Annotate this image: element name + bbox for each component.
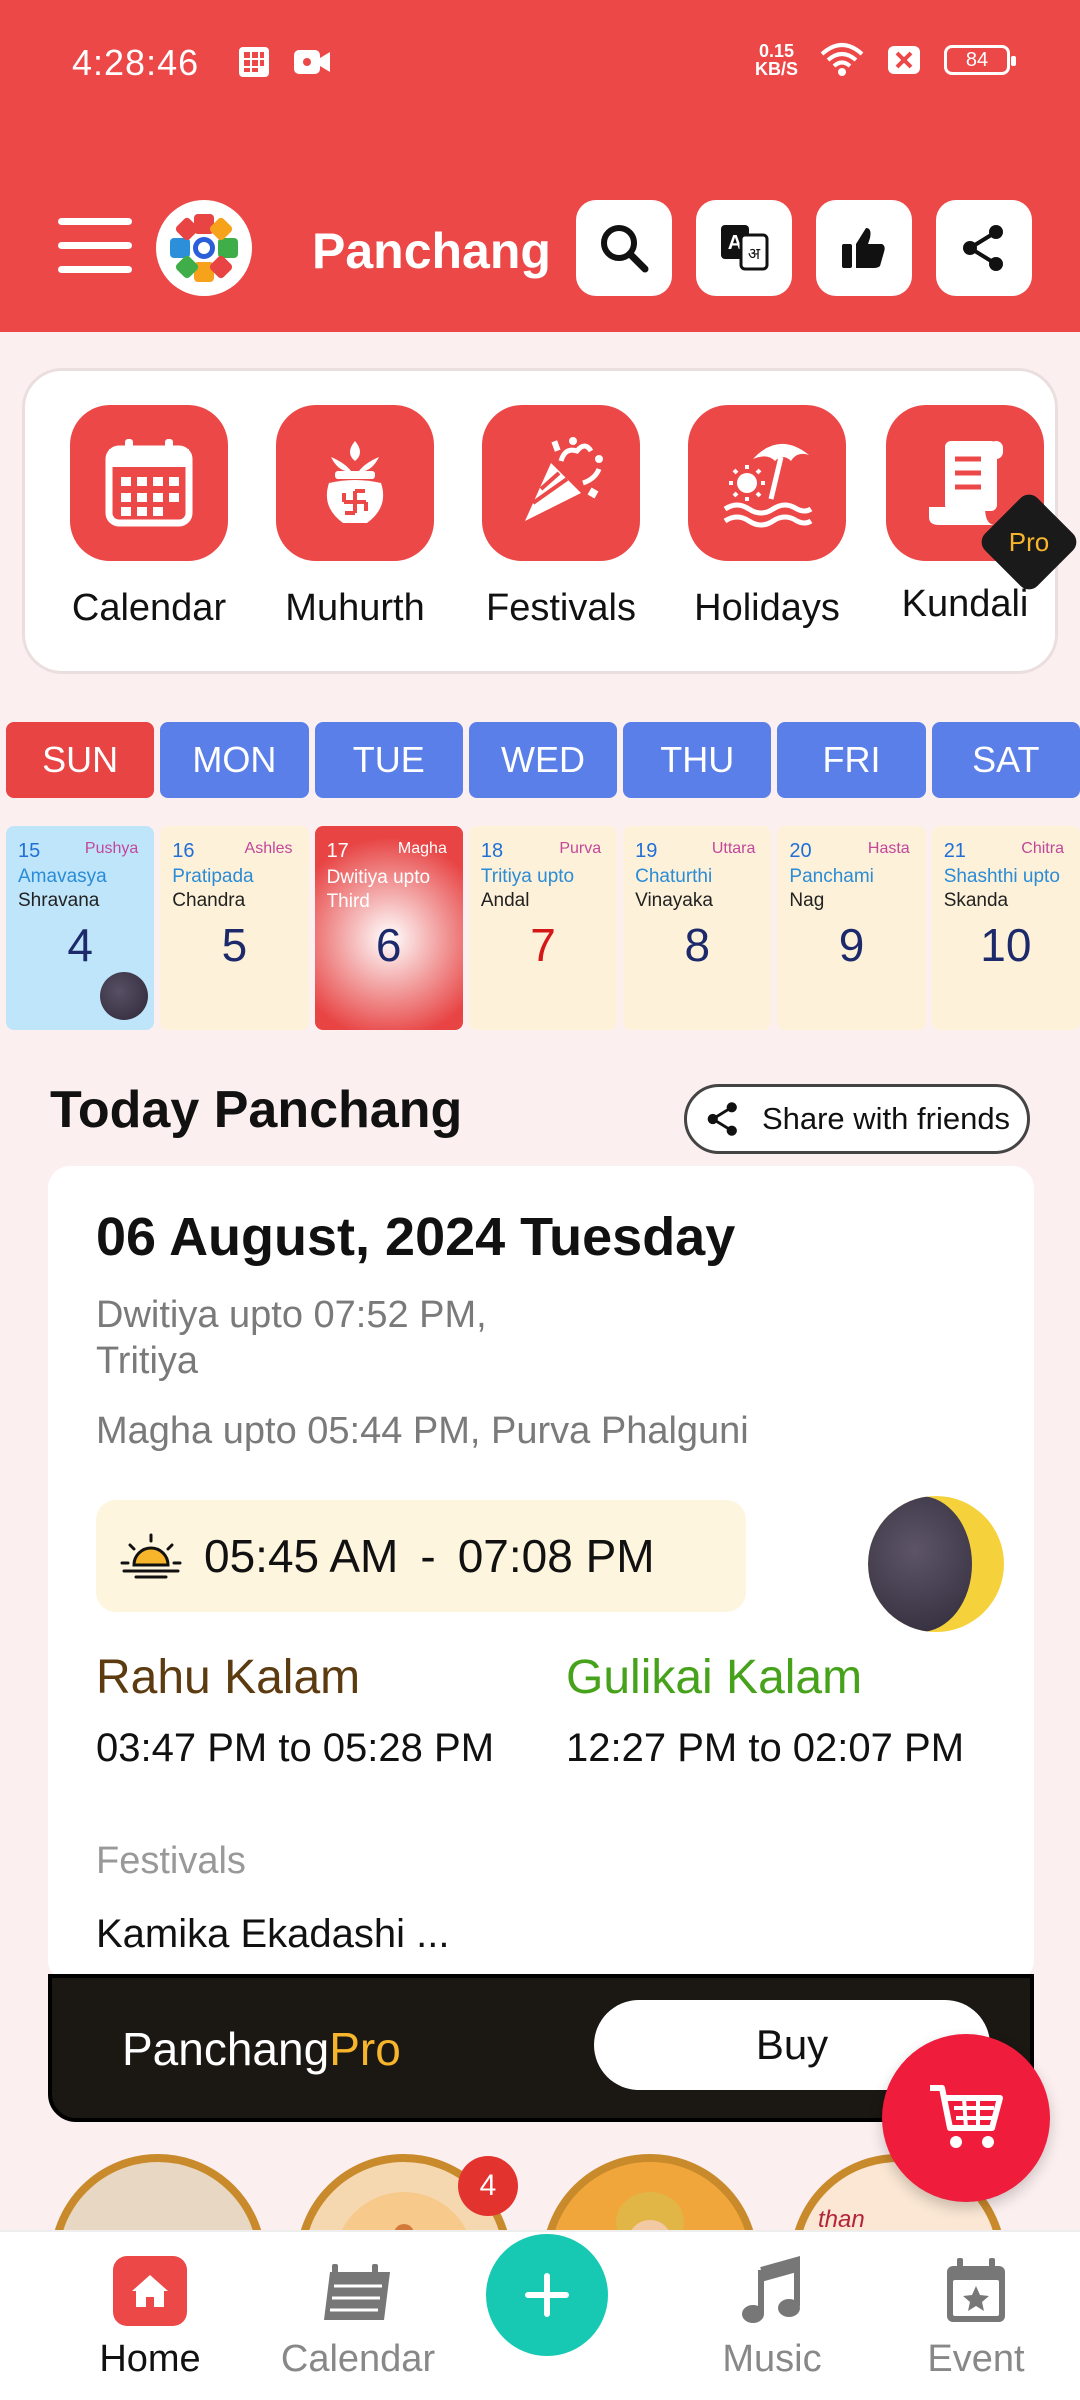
weekday-header: SUN MON TUE WED THU FRI SAT: [6, 722, 1080, 798]
date-cell[interactable]: 16 Ashles Pratipada Chandra 5: [160, 826, 309, 1030]
svg-text:अ: अ: [748, 244, 761, 263]
pro-badge: Pro: [976, 489, 1080, 595]
moon-phase-icon: [868, 1496, 1004, 1632]
week-dates: 15 Pushya Amavasya Shravana 4 16 Ashles …: [6, 826, 1080, 1030]
thumbs-up-icon: [842, 228, 885, 268]
music-note-icon: [742, 2256, 800, 2323]
app-header: 4:28:46 0.15 KB/S 84 Panchang A अ: [0, 0, 1080, 332]
page-title: Panchang: [312, 223, 551, 279]
no-sim-icon: [888, 46, 920, 74]
festivals-label: Festivals: [96, 1840, 246, 1882]
section-title: Today Panchang: [50, 1081, 463, 1139]
shopping-cart-icon: [930, 2085, 1003, 2148]
quick-label-kundali: Kundali: [901, 583, 1029, 625]
menu-button[interactable]: [58, 218, 132, 278]
date-cell[interactable]: 15 Pushya Amavasya Shravana 4: [6, 826, 155, 1030]
share-button[interactable]: [936, 200, 1032, 296]
story-badge: 4: [458, 2156, 518, 2216]
date-cell[interactable]: 21 Chitra Shashthi upto Skanda 10: [931, 826, 1080, 1030]
like-button[interactable]: [816, 200, 912, 296]
pro-banner-title: PanchangPro: [122, 2023, 401, 2075]
notification-grid-icon: [239, 47, 269, 77]
add-button[interactable]: [486, 2234, 608, 2356]
beach-umbrella-icon: [723, 443, 813, 528]
sunrise-sunset: 05:45 AM - 07:08 PM: [96, 1500, 746, 1612]
cart-button[interactable]: [882, 2034, 1050, 2202]
date-cell[interactable]: 20 Hasta Panchami Nag 9: [777, 826, 926, 1030]
nav-calendar[interactable]: Calendar: [248, 2256, 468, 2381]
gulikai-kalam-label: Gulikai Kalam: [566, 1651, 863, 1704]
weekday-fri: FRI: [777, 722, 926, 798]
date-cell-today[interactable]: 17 Magha Dwitiya upto Third 6: [314, 826, 463, 1030]
battery-indicator: 84: [944, 45, 1016, 75]
event-star-icon: [947, 2258, 1005, 2322]
quick-label-festivals: Festivals: [486, 587, 636, 629]
date-cell[interactable]: 19 Uttara Chaturthi Vinayaka 8: [623, 826, 772, 1030]
weekday-thu: THU: [623, 722, 772, 798]
rahu-kalam-time: 03:47 PM to 05:28 PM: [96, 1726, 495, 1770]
nav-home[interactable]: Home: [40, 2256, 260, 2381]
status-bar: 4:28:46 0.15 KB/S 84: [0, 0, 1080, 120]
new-moon-icon: [100, 972, 148, 1020]
rahu-kalam-label: Rahu Kalam: [96, 1651, 361, 1704]
kalash-icon: [326, 441, 384, 523]
quick-label-holidays: Holidays: [694, 587, 840, 629]
plus-icon: [525, 2273, 569, 2317]
video-camera-icon: [294, 50, 330, 74]
net-speed: 0.15 KB/S: [754, 41, 798, 79]
nav-music[interactable]: Music: [662, 2256, 882, 2381]
today-tithi: Dwitiya upto 07:52 PM, Tritiya: [96, 1294, 487, 1382]
gulikai-kalam-time: 12:27 PM to 02:07 PM: [566, 1726, 965, 1770]
weekday-sun: SUN: [6, 722, 155, 798]
calendar-icon: [324, 2264, 390, 2320]
weekday-wed: WED: [468, 722, 618, 798]
app-logo: [156, 200, 252, 296]
quick-calendar[interactable]: Calendar: [49, 405, 249, 630]
quick-label-calendar: Calendar: [71, 587, 227, 629]
today-nakshatra: Magha upto 05:44 PM, Purva Phalguni: [96, 1410, 749, 1452]
translate-icon: Aअ: [721, 225, 769, 271]
share-icon: [963, 225, 1003, 271]
quick-festivals[interactable]: Festivals: [461, 405, 661, 630]
search-button[interactable]: [576, 200, 672, 296]
quick-kundali[interactable]: Pro Kundali: [865, 405, 1080, 626]
nav-event[interactable]: Event: [866, 2256, 1080, 2381]
sunrise-icon: [120, 1533, 182, 1579]
date-cell[interactable]: 18 Purva Tritiya upto Andal 7: [468, 826, 618, 1030]
quick-holidays[interactable]: Holidays: [667, 405, 867, 630]
share-with-friends-button[interactable]: Share with friends: [684, 1084, 1030, 1154]
sunset-time: 07:08 PM: [457, 1530, 655, 1582]
wifi-icon: [820, 43, 864, 76]
quick-muhurth[interactable]: Muhurth: [255, 405, 455, 630]
share-icon: [707, 1102, 737, 1136]
festivals-value: Kamika Ekadashi ...: [96, 1912, 450, 1956]
weekday-sat: SAT: [931, 722, 1080, 798]
today-date: 06 August, 2024 Tuesday: [96, 1207, 736, 1267]
quick-menu-card: Calendar Muhurth Festivals Holidays Pro …: [22, 368, 1080, 674]
translate-button[interactable]: Aअ: [696, 200, 792, 296]
party-popper-icon: [525, 437, 603, 521]
status-time: 4:28:46: [72, 42, 200, 83]
home-icon: [132, 2275, 168, 2307]
app-bar: Panchang Aअ: [0, 196, 1080, 296]
search-icon: [601, 225, 649, 273]
calendar-icon: [105, 439, 193, 527]
weekday-tue: TUE: [314, 722, 463, 798]
mandala-logo-icon: [170, 214, 238, 282]
quick-label-muhurth: Muhurth: [285, 587, 425, 629]
weekday-mon: MON: [160, 722, 309, 798]
sunrise-time: 05:45 AM: [204, 1530, 399, 1582]
today-panchang-card[interactable]: 06 August, 2024 Tuesday Dwitiya upto 07:…: [48, 1166, 1034, 1982]
